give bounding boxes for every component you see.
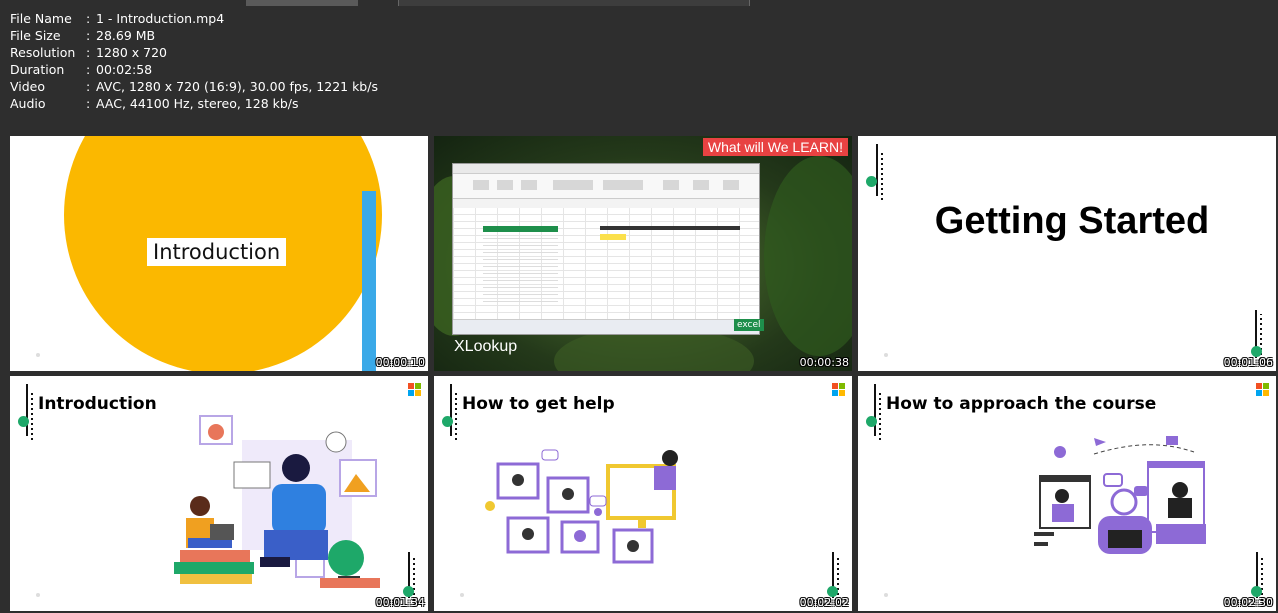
excel-window — [452, 163, 760, 335]
taskbar — [453, 319, 759, 334]
info-value: AAC, 44100 Hz, stereo, 128 kb/s — [96, 96, 299, 111]
slide-title: How to approach the course — [886, 394, 1157, 414]
info-key: Resolution — [10, 45, 76, 60]
info-key: Duration — [10, 62, 65, 77]
microsoft-logo-icon — [832, 383, 846, 397]
media-info: File Name : 1 - Introduction.mp4 File Si… — [10, 10, 378, 112]
info-sep: : — [86, 28, 91, 43]
corner-dot — [884, 593, 888, 597]
cutoff-fragment — [398, 0, 750, 6]
excel-ribbon — [453, 174, 759, 199]
excel-titlebar — [453, 164, 759, 174]
highlight-cell — [600, 234, 626, 240]
slide-label: Introduction — [147, 238, 287, 266]
timestamp: 00:02:30 — [1223, 596, 1273, 609]
info-value: 1280 x 720 — [96, 45, 168, 60]
corner-dot — [36, 593, 40, 597]
slide-title: Getting Started — [934, 200, 1210, 242]
slide-title: How to get help — [462, 394, 615, 414]
thumbnail-4[interactable]: Introduction 00:01:34 — [10, 376, 428, 611]
info-key: Video — [10, 79, 46, 94]
info-key: File Size — [10, 28, 61, 43]
info-row: Video : AVC, 1280 x 720 (16:9), 30.00 fp… — [10, 78, 378, 95]
thumbnail-3[interactable]: Getting Started 00:01:06 — [858, 136, 1276, 371]
timestamp: 00:02:02 — [799, 596, 849, 609]
learn-badge: What will We LEARN! — [702, 138, 848, 156]
intro-blue-bar — [362, 191, 376, 371]
question-line — [600, 226, 740, 230]
top-cutoff-strip — [0, 0, 1278, 8]
corner-dot — [36, 353, 40, 357]
info-key: File Name — [10, 11, 72, 26]
info-value: 00:02:58 — [96, 62, 153, 77]
info-value: AVC, 1280 x 720 (16:9), 30.00 fps, 1221 … — [96, 79, 378, 94]
info-sep: : — [86, 62, 91, 77]
help-illustration — [485, 449, 678, 564]
thumbnail-6[interactable]: How to approach the course 00:02:30 — [858, 376, 1276, 611]
timestamp: 00:01:06 — [1223, 356, 1273, 369]
excel-tag: excel — [734, 319, 764, 331]
microsoft-logo-icon — [1256, 383, 1270, 397]
approach-illustration — [1034, 436, 1206, 554]
info-sep: : — [86, 79, 91, 94]
info-value: 1 - Introduction.mp4 — [96, 11, 225, 26]
data-table — [483, 226, 558, 302]
thumbnail-5[interactable]: How to get help 00:02:02 — [434, 376, 852, 611]
cutoff-fragment — [246, 0, 358, 6]
corner-dot — [460, 593, 464, 597]
study-illustration — [174, 415, 380, 588]
microsoft-logo-icon — [408, 383, 422, 397]
info-sep: : — [86, 45, 91, 60]
corner-dot — [884, 353, 888, 357]
timestamp: 00:00:38 — [799, 356, 849, 369]
excel-sheet-icon — [453, 208, 759, 320]
thumbnail-1[interactable]: Introduction 00:00:10 — [10, 136, 428, 371]
info-sep: : — [86, 96, 91, 111]
timestamp: 00:01:34 — [375, 596, 425, 609]
info-row: File Name : 1 - Introduction.mp4 — [10, 10, 378, 27]
timestamp: 00:00:10 — [375, 356, 425, 369]
info-key: Audio — [10, 96, 46, 111]
slide-label: XLookup — [454, 338, 518, 355]
info-row: Audio : AAC, 44100 Hz, stereo, 128 kb/s — [10, 95, 378, 112]
thumbnail-2[interactable]: What will We LEARN! excel XLookup 00:00:… — [434, 136, 852, 371]
info-row: File Size : 28.69 MB — [10, 27, 378, 44]
info-row: Resolution : 1280 x 720 — [10, 44, 378, 61]
info-sep: : — [86, 11, 91, 26]
info-row: Duration : 00:02:58 — [10, 61, 378, 78]
info-value: 28.69 MB — [96, 28, 156, 43]
slide-title: Introduction — [38, 394, 157, 414]
